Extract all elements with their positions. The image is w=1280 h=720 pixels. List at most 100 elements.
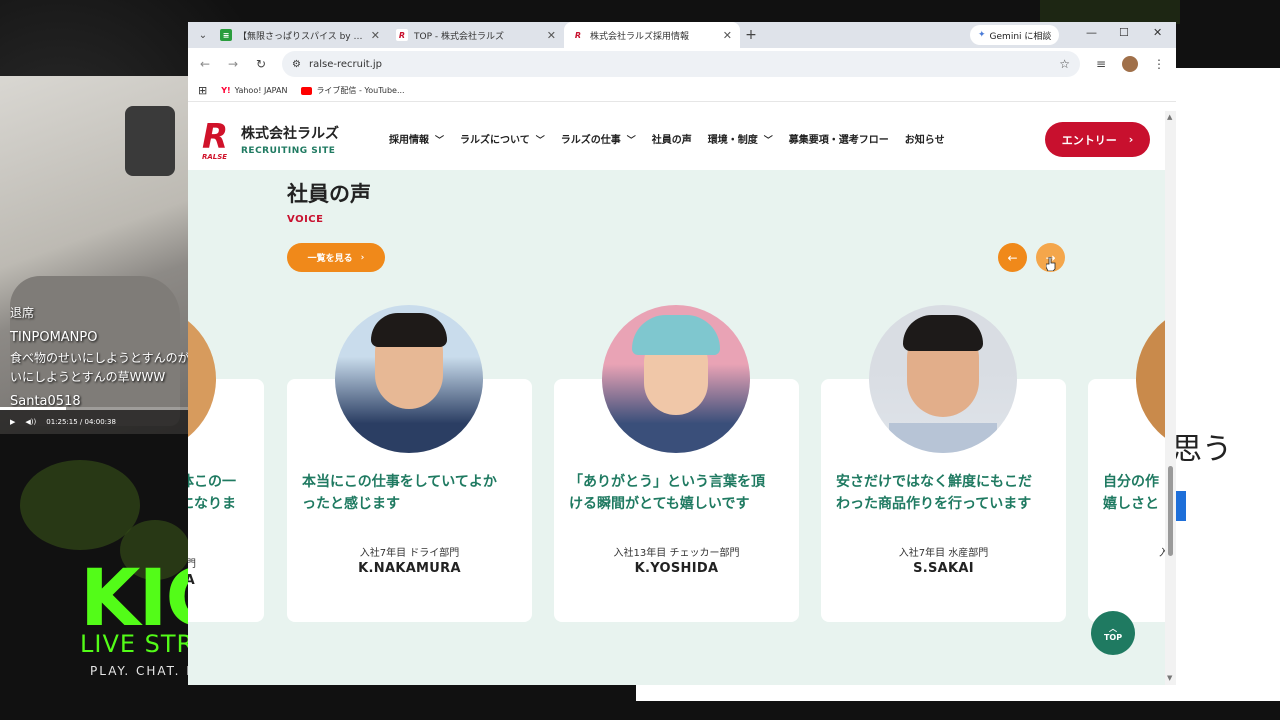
tab-ralse-recruit[interactable]: R 株式会社ラルズ採用情報 ✕ xyxy=(564,22,740,48)
bookmark-label: Yahoo! JAPAN xyxy=(234,86,288,95)
page-scrollbar[interactable]: ▲ ▼ xyxy=(1165,111,1176,685)
chat-message: いにしようとすんの草WWW xyxy=(10,370,166,384)
chat-message: 食べ物のせいにしようとすんのが xyxy=(10,351,188,365)
view-all-button[interactable]: 一覧を見る › xyxy=(287,243,385,272)
section-subtitle: VOICE xyxy=(287,214,324,225)
chevron-right-icon: › xyxy=(360,252,365,263)
card-title: 自分の作 嬉しさと xyxy=(1103,474,1159,512)
card-title: 安さだけではなく鮮度にもこだ わった商品作りを行っています xyxy=(836,474,1032,512)
employee-photo xyxy=(335,305,483,453)
browser-window: ⌄ ≡ 【無限さっぱりスパイス by 味ぽん】ギ ✕ R TOP - 株式会社ラ… xyxy=(188,22,1176,685)
maximize-icon[interactable]: ☐ xyxy=(1119,26,1129,39)
green-favicon-icon: ≡ xyxy=(220,29,232,41)
card-dept: 門 xyxy=(188,559,196,570)
ralse-logo[interactable]: R RALSE xyxy=(202,120,234,161)
tab-title: 株式会社ラルズ採用情報 xyxy=(590,31,690,42)
employee-photo xyxy=(602,305,750,453)
scroll-up-icon[interactable]: ▲ xyxy=(1167,113,1172,121)
volume-icon[interactable]: ◀)) xyxy=(25,418,36,426)
scrollbar-thumb[interactable] xyxy=(1168,466,1173,556)
gemini-button[interactable]: ✦ Gemini に相談 xyxy=(970,25,1060,45)
profile-avatar[interactable] xyxy=(1122,56,1138,72)
gemini-label: Gemini に相談 xyxy=(989,31,1052,42)
yahoo-icon: Y! xyxy=(221,86,231,95)
ralse-favicon-icon: R xyxy=(572,29,584,41)
company-name[interactable]: 株式会社ラルズ xyxy=(241,123,339,143)
chevron-down-icon: ﹀ xyxy=(535,136,545,146)
nav-news[interactable]: お知らせ xyxy=(905,131,945,146)
gemini-sparkle-icon: ✦ xyxy=(978,30,986,40)
menu-icon[interactable]: ⋮ xyxy=(1152,57,1166,71)
card-name: K.NAKAMURA xyxy=(358,561,461,576)
window-close-icon[interactable]: ✕ xyxy=(1153,26,1162,39)
global-nav: 採用情報 ﹀ ラルズについて ﹀ ラルズの仕事 ﹀ 社員の声 環境・制度 ﹀ 募集要項・… xyxy=(389,131,945,146)
section-title: 社員の声 xyxy=(287,182,371,206)
card-title: 本当にこの仕事をしていてよか ったと感じます xyxy=(302,474,497,512)
new-tab-icon[interactable]: + xyxy=(740,27,762,43)
bookmark-star-icon[interactable]: ☆ xyxy=(1059,57,1070,71)
reload-icon[interactable]: ↻ xyxy=(254,57,268,71)
headscarf-shape xyxy=(632,315,720,355)
chevron-right-icon: › xyxy=(1128,133,1134,146)
play-icon[interactable]: ▶ xyxy=(10,418,15,426)
carousel-prev-button[interactable]: ← xyxy=(998,243,1027,272)
site-header: R RALSE 株式会社ラルズ RECRUITING SITE 採用情報 ﹀ ラル… xyxy=(188,111,1165,170)
forward-icon[interactable]: → xyxy=(226,57,240,71)
webcam-feed: 退席 TINPOMANPO 食べ物のせいにしようとすんのが いにしようとすんの草… xyxy=(0,76,188,434)
nav-recruit-info[interactable]: 採用情報 ﹀ xyxy=(389,131,444,146)
back-to-top-button[interactable]: ︿ TOP xyxy=(1091,611,1135,655)
tab-spice[interactable]: ≡ 【無限さっぱりスパイス by 味ぽん】ギ ✕ xyxy=(212,22,388,48)
hair-shape xyxy=(903,315,983,351)
tab-ralse-top[interactable]: R TOP - 株式会社ラルズ ✕ xyxy=(388,22,564,48)
side-panel xyxy=(1165,68,1280,688)
card-dept: 入社7年目 ドライ部門 xyxy=(359,548,460,559)
nav-voice[interactable]: 社員の声 xyxy=(652,131,692,146)
recruiting-site-label: RECRUITING SITE xyxy=(241,146,336,156)
entry-label: エントリー xyxy=(1061,133,1117,147)
hand-cursor-icon xyxy=(1046,257,1056,271)
chevron-down-icon: ﹀ xyxy=(763,136,773,146)
apps-grid-icon[interactable]: ⊞ xyxy=(198,84,207,97)
card-title: 「ありがとう」という言葉を頂 ける瞬間がとても嬉しいです xyxy=(569,474,765,512)
close-icon[interactable]: ✕ xyxy=(723,29,732,42)
player-time: 01:25:15 / 04:00:38 xyxy=(46,418,116,426)
nav-about[interactable]: ラルズについて ﹀ xyxy=(460,131,545,146)
nav-work[interactable]: ラルズの仕事 ﹀ xyxy=(561,131,636,146)
bookmark-yahoo[interactable]: Y! Yahoo! JAPAN xyxy=(221,86,287,95)
address-bar[interactable]: ⚙ ralse-recruit.jp ☆ xyxy=(282,51,1080,77)
paint-splat xyxy=(1040,0,1180,24)
chat-line: 退席 xyxy=(10,306,35,320)
card-dept: 入社13年目 チェッカー部門 xyxy=(613,548,740,559)
scroll-down-icon[interactable]: ▼ xyxy=(1167,674,1172,682)
card-title: 体この一 になりま xyxy=(188,474,236,512)
chat-username: TINPOMANPO xyxy=(10,330,98,345)
player-controls: ▶ ◀)) 01:25:15 / 04:00:38 xyxy=(0,410,188,434)
bookmark-youtube[interactable]: ライブ配信 - YouTube... xyxy=(301,85,405,96)
minimize-icon[interactable]: — xyxy=(1086,26,1097,39)
entry-button[interactable]: エントリー › xyxy=(1045,122,1150,157)
close-icon[interactable]: ✕ xyxy=(371,29,380,42)
site-info-icon[interactable]: ⚙ xyxy=(292,59,301,70)
media-icon[interactable]: ≡ xyxy=(1094,57,1108,71)
chevron-up-icon: ︿ xyxy=(1109,624,1117,633)
card-name: A xyxy=(188,573,195,588)
bottom-strip xyxy=(636,685,1280,701)
bookmarks-bar: ⊞ Y! Yahoo! JAPAN ライブ配信 - YouTube... xyxy=(188,80,1176,102)
tab-title: TOP - 株式会社ラルズ xyxy=(414,31,504,42)
card-name: S.SAKAI xyxy=(913,561,974,576)
tab-search-icon[interactable]: ⌄ xyxy=(194,26,212,44)
back-icon[interactable]: ← xyxy=(198,57,212,71)
close-icon[interactable]: ✕ xyxy=(547,29,556,42)
tab-bar: ⌄ ≡ 【無限さっぱりスパイス by 味ぽん】ギ ✕ R TOP - 株式会社ラ… xyxy=(188,22,1176,48)
view-all-label: 一覧を見る xyxy=(307,254,353,264)
ralse-favicon-icon: R xyxy=(396,29,408,41)
side-text: 思う xyxy=(1172,432,1232,467)
nav-environment[interactable]: 環境・制度 ﹀ xyxy=(708,131,773,146)
nav-requirements[interactable]: 募集要項・選考フロー xyxy=(789,131,889,146)
card-dept: 入社7年目 水産部門 xyxy=(898,548,989,559)
top-label: TOP xyxy=(1103,633,1123,642)
chevron-down-icon: ﹀ xyxy=(435,136,445,146)
youtube-icon xyxy=(301,86,313,95)
paint-splat xyxy=(20,460,140,550)
chevron-down-icon: ﹀ xyxy=(626,136,636,146)
